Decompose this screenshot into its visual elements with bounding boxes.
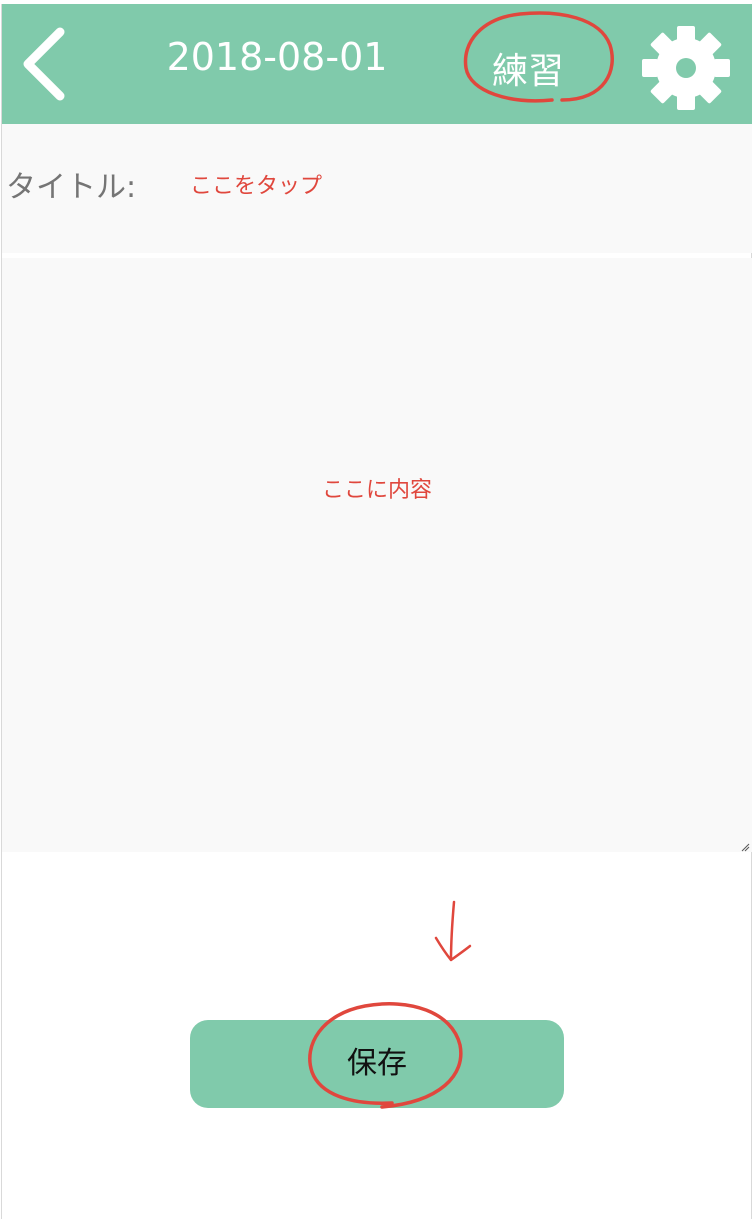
- header-bar: 2018-08-01 練習: [2, 4, 752, 124]
- title-row: タイトル:: [2, 124, 752, 253]
- chevron-left-icon: [23, 27, 65, 101]
- title-label: タイトル:: [6, 170, 137, 205]
- back-button[interactable]: [16, 24, 80, 104]
- mode-label[interactable]: 練習: [482, 48, 574, 96]
- settings-button[interactable]: [640, 24, 732, 112]
- title-input[interactable]: [182, 164, 718, 208]
- content-textarea[interactable]: [2, 258, 752, 852]
- gear-icon: [642, 26, 730, 110]
- header-date: 2018-08-01: [166, 35, 388, 79]
- save-button[interactable]: 保存: [190, 1020, 564, 1108]
- resize-handle-icon[interactable]: [740, 842, 750, 852]
